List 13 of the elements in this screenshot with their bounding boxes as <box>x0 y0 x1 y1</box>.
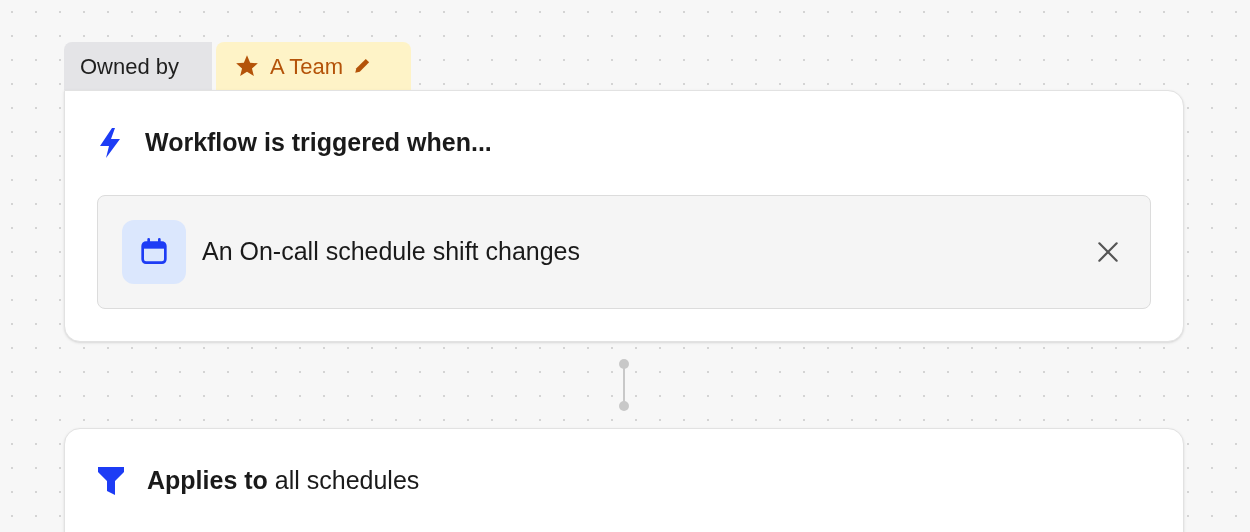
filter-icon <box>97 466 125 496</box>
pencil-icon <box>353 57 371 75</box>
calendar-icon <box>122 220 186 284</box>
connector-line <box>618 358 630 412</box>
owned-by-label: Owned by <box>64 42 212 90</box>
trigger-row[interactable]: An On-call schedule shift changes <box>97 195 1151 309</box>
card-title: Applies to all schedules <box>147 465 420 497</box>
card-title: Workflow is triggered when... <box>145 127 492 159</box>
team-tag[interactable]: A Team <box>216 42 411 90</box>
trigger-label: An On-call schedule shift changes <box>202 236 581 268</box>
star-icon <box>234 53 260 79</box>
close-icon <box>1095 239 1121 265</box>
lightning-icon <box>97 127 123 159</box>
